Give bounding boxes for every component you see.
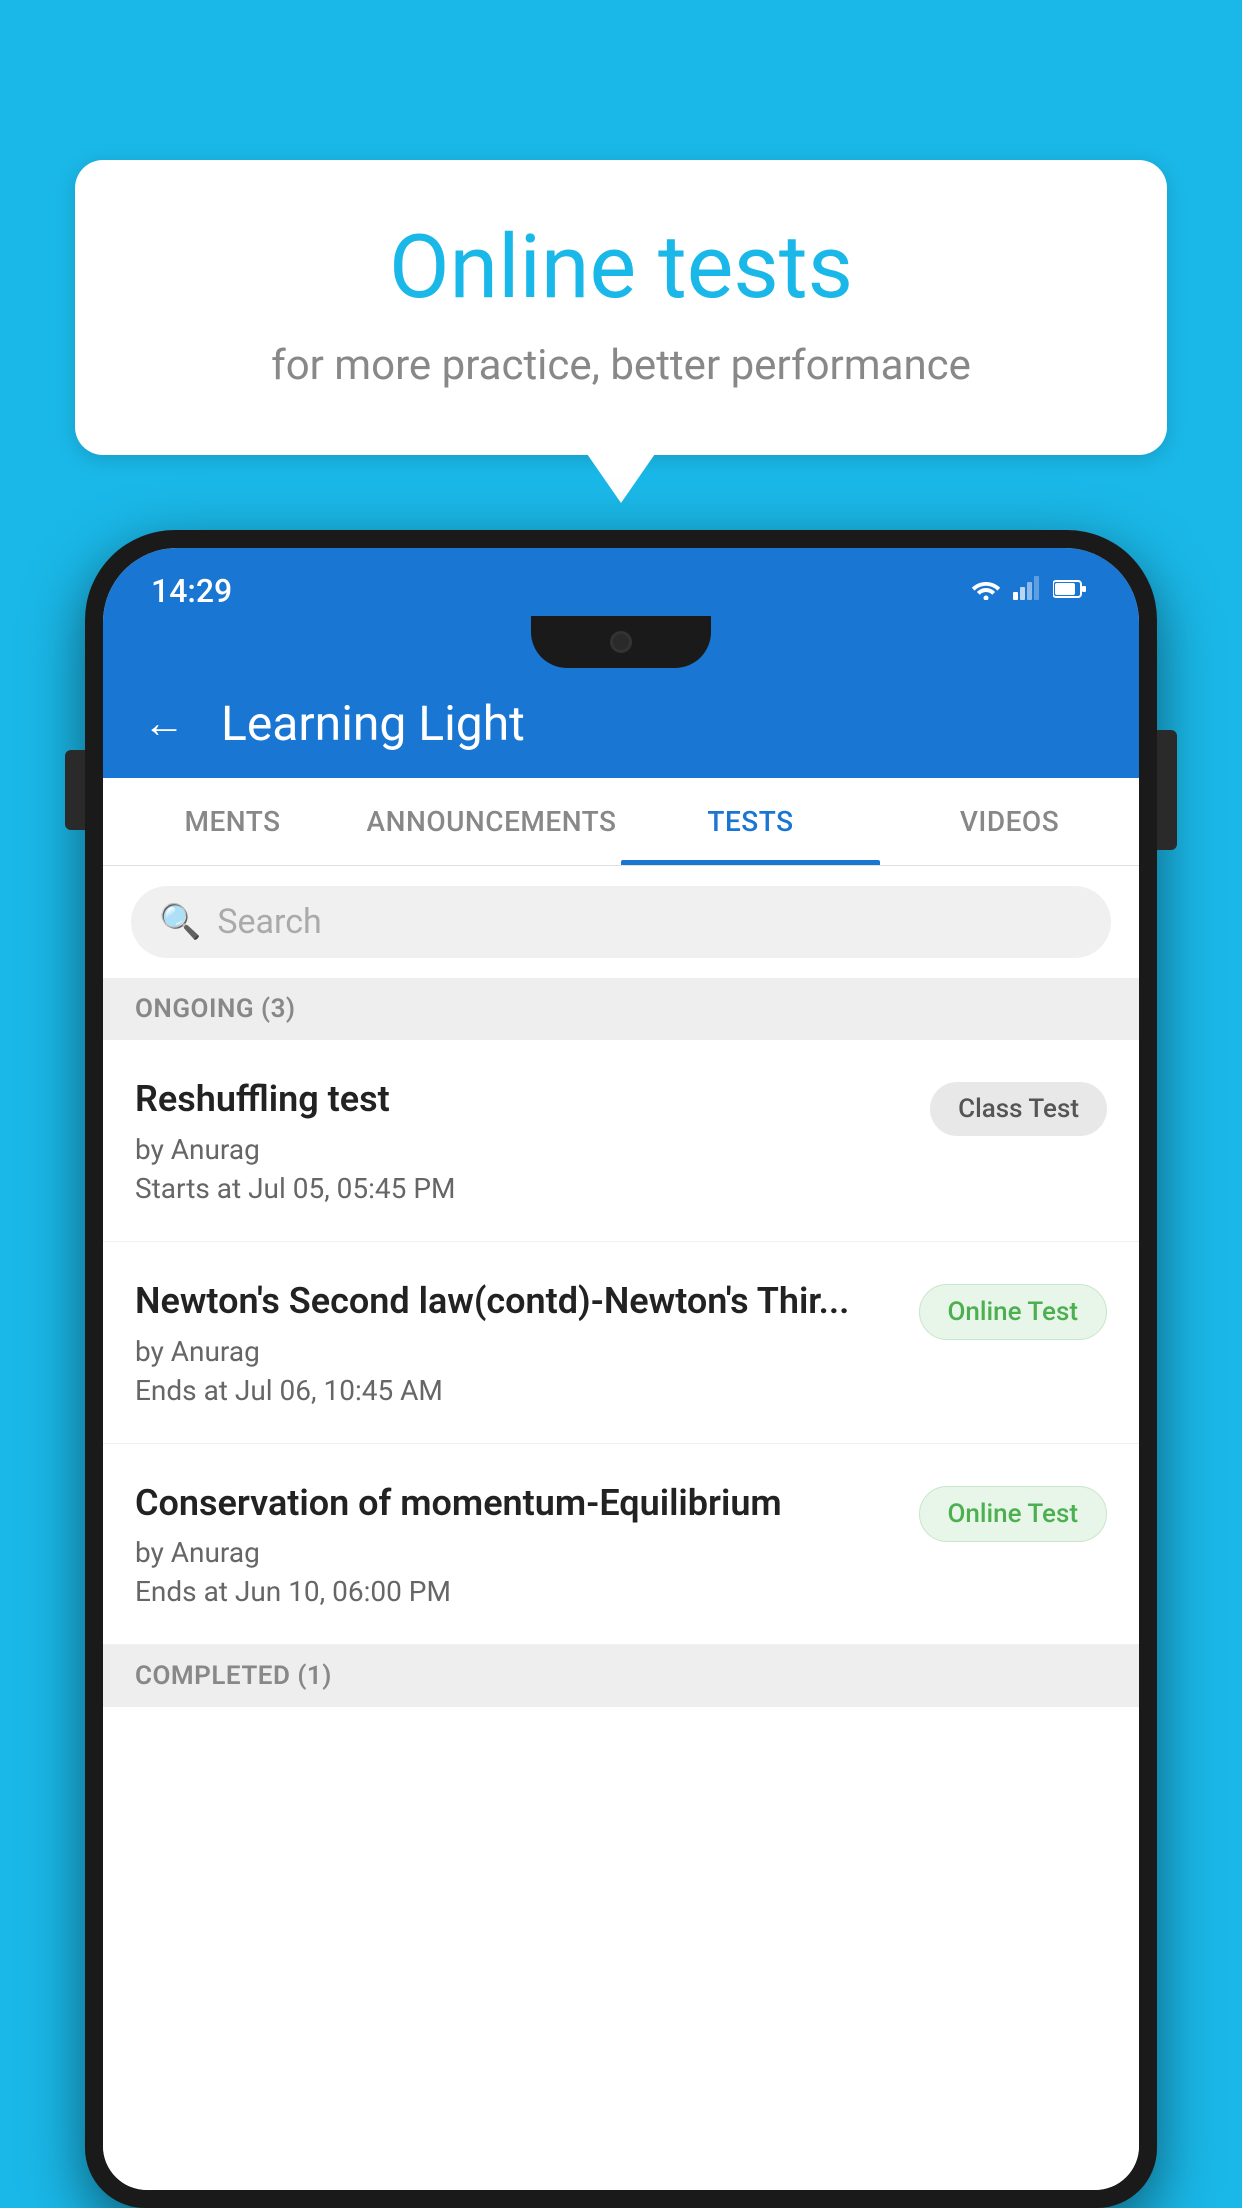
search-placeholder: Search bbox=[217, 902, 321, 942]
battery-icon bbox=[1053, 576, 1087, 606]
test-info: Conservation of momentum-Equilibrium by … bbox=[135, 1480, 895, 1609]
search-input-wrap[interactable]: 🔍 Search bbox=[131, 886, 1111, 958]
test-title: Conservation of momentum-Equilibrium bbox=[135, 1480, 895, 1527]
tab-announcements[interactable]: ANNOUNCEMENTS bbox=[362, 778, 621, 865]
test-date: Starts at Jul 05, 05:45 PM bbox=[135, 1172, 906, 1205]
speech-bubble-subtitle: for more practice, better performance bbox=[155, 341, 1087, 390]
back-button[interactable]: ← bbox=[143, 699, 185, 748]
test-badge-class: Class Test bbox=[930, 1082, 1107, 1136]
tab-videos[interactable]: VIDEOS bbox=[880, 778, 1139, 865]
status-icons bbox=[971, 576, 1087, 607]
tab-tests[interactable]: TESTS bbox=[621, 778, 880, 865]
test-badge-online-2: Online Test bbox=[919, 1486, 1108, 1542]
phone-notch bbox=[531, 616, 711, 668]
test-info: Newton's Second law(contd)-Newton's Thir… bbox=[135, 1278, 895, 1407]
test-date: Ends at Jul 06, 10:45 AM bbox=[135, 1374, 895, 1407]
app-header: ← Learning Light bbox=[103, 668, 1139, 778]
test-badge-online: Online Test bbox=[919, 1284, 1108, 1340]
tabs-container: MENTS ANNOUNCEMENTS TESTS VIDEOS bbox=[103, 778, 1139, 866]
test-info: Reshuffling test by Anurag Starts at Jul… bbox=[135, 1076, 906, 1205]
test-item[interactable]: Newton's Second law(contd)-Newton's Thir… bbox=[103, 1242, 1139, 1444]
search-container: 🔍 Search bbox=[103, 866, 1139, 978]
wifi-icon bbox=[971, 576, 1001, 607]
status-time: 14:29 bbox=[151, 572, 232, 610]
test-author: by Anurag bbox=[135, 1536, 895, 1569]
signal-icon bbox=[1013, 576, 1041, 607]
tab-ments[interactable]: MENTS bbox=[103, 778, 362, 865]
tests-list: Reshuffling test by Anurag Starts at Jul… bbox=[103, 1040, 1139, 2190]
top-bar: 14:29 bbox=[103, 548, 1139, 668]
test-title: Newton's Second law(contd)-Newton's Thir… bbox=[135, 1278, 895, 1325]
phone-frame: 14:29 bbox=[85, 530, 1157, 2208]
search-icon: 🔍 bbox=[159, 902, 201, 942]
test-date: Ends at Jun 10, 06:00 PM bbox=[135, 1575, 895, 1608]
test-author: by Anurag bbox=[135, 1335, 895, 1368]
phone-screen: 14:29 bbox=[103, 548, 1139, 2190]
app-header-title: Learning Light bbox=[221, 695, 525, 752]
speech-bubble-container: Online tests for more practice, better p… bbox=[75, 160, 1167, 455]
speech-bubble-title: Online tests bbox=[155, 220, 1087, 317]
ongoing-section-label: ONGOING (3) bbox=[103, 978, 1139, 1040]
completed-section-label: COMPLETED (1) bbox=[103, 1645, 1139, 1707]
test-title: Reshuffling test bbox=[135, 1076, 906, 1123]
camera-dot bbox=[610, 631, 632, 653]
test-author: by Anurag bbox=[135, 1133, 906, 1166]
test-item[interactable]: Reshuffling test by Anurag Starts at Jul… bbox=[103, 1040, 1139, 1242]
speech-bubble: Online tests for more practice, better p… bbox=[75, 160, 1167, 455]
test-item[interactable]: Conservation of momentum-Equilibrium by … bbox=[103, 1444, 1139, 1646]
phone-container: 14:29 bbox=[85, 530, 1157, 2208]
